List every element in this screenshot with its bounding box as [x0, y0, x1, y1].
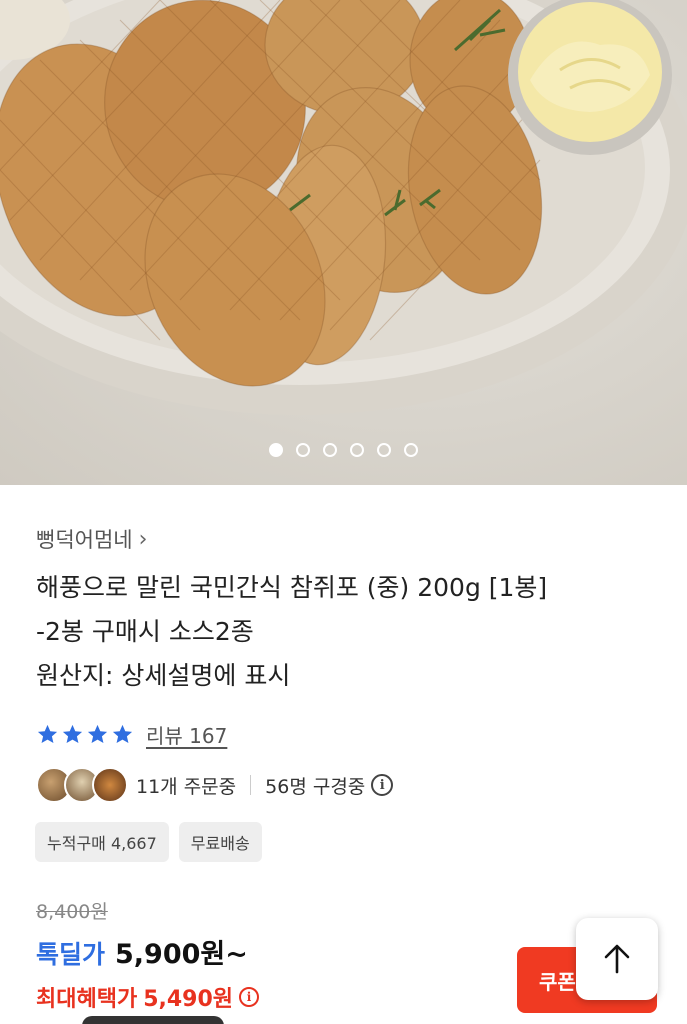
info-icon[interactable]: i — [239, 987, 260, 1007]
buyer-avatars — [36, 767, 128, 803]
deal-price-row: 톡딜가 5,900원~ — [36, 932, 248, 971]
divider — [250, 775, 252, 795]
product-photo — [0, 0, 687, 415]
chevron-right-icon: › — [138, 526, 148, 552]
seller-name: 뻥덕어멈네 — [36, 528, 133, 552]
review-link[interactable]: 리뷰 167 — [146, 720, 227, 749]
star-icon — [62, 724, 83, 744]
star-rating — [36, 723, 134, 746]
star-icon — [87, 724, 108, 744]
carousel-dot[interactable] — [377, 443, 391, 457]
deal-label: 톡딜가 — [36, 940, 106, 969]
rating-row: 리뷰 167 — [36, 720, 227, 749]
product-title: 해풍으로 말린 국민간식 참쥐포 (중) 200g [1봉] -2봉 구매시 소… — [36, 566, 656, 698]
title-line: 해풍으로 말린 국민간식 참쥐포 (중) 200g [1봉] — [36, 573, 548, 602]
carousel-indicator — [0, 443, 687, 457]
floating-pill[interactable] — [82, 1016, 224, 1024]
social-proof: 11개 주문중 56명 구경중 i — [36, 766, 394, 804]
avatar — [92, 767, 128, 803]
free-shipping-badge: 무료배송 — [178, 822, 262, 862]
original-price: 8,400원 — [36, 901, 108, 923]
ordering-count: 11개 주문중 — [136, 775, 237, 798]
carousel-dot[interactable] — [404, 443, 418, 457]
viewing-count: 56명 구경중 — [265, 775, 366, 798]
carousel-dot[interactable] — [323, 443, 337, 457]
carousel-dot[interactable] — [269, 443, 283, 457]
scroll-to-top-button[interactable] — [576, 918, 658, 1000]
max-benefit-label: 최대혜택가 — [36, 987, 138, 1012]
title-line: 원산지: 상세설명에 표시 — [36, 661, 291, 690]
product-image-carousel[interactable] — [0, 0, 687, 485]
cumulative-purchase-badge: 누적구매 4,667 — [35, 822, 169, 862]
max-benefit-price: 5,490원 — [143, 987, 234, 1012]
title-line: -2봉 구매시 소스2종 — [36, 617, 254, 646]
badge-chips: 누적구매 4,667 무료배송 — [35, 822, 262, 862]
star-icon — [112, 724, 133, 744]
carousel-dot[interactable] — [350, 443, 364, 457]
star-icon — [37, 724, 58, 744]
seller-link[interactable]: 뻥덕어멈네 › — [36, 524, 147, 554]
max-benefit-row: 최대혜택가 5,490원 i — [36, 981, 260, 1013]
coupon-label: 쿠폰 — [539, 969, 576, 994]
arrow-up-icon — [604, 944, 630, 974]
deal-price: 5,900원~ — [115, 939, 248, 970]
info-icon[interactable]: i — [371, 774, 394, 796]
carousel-dot[interactable] — [296, 443, 310, 457]
